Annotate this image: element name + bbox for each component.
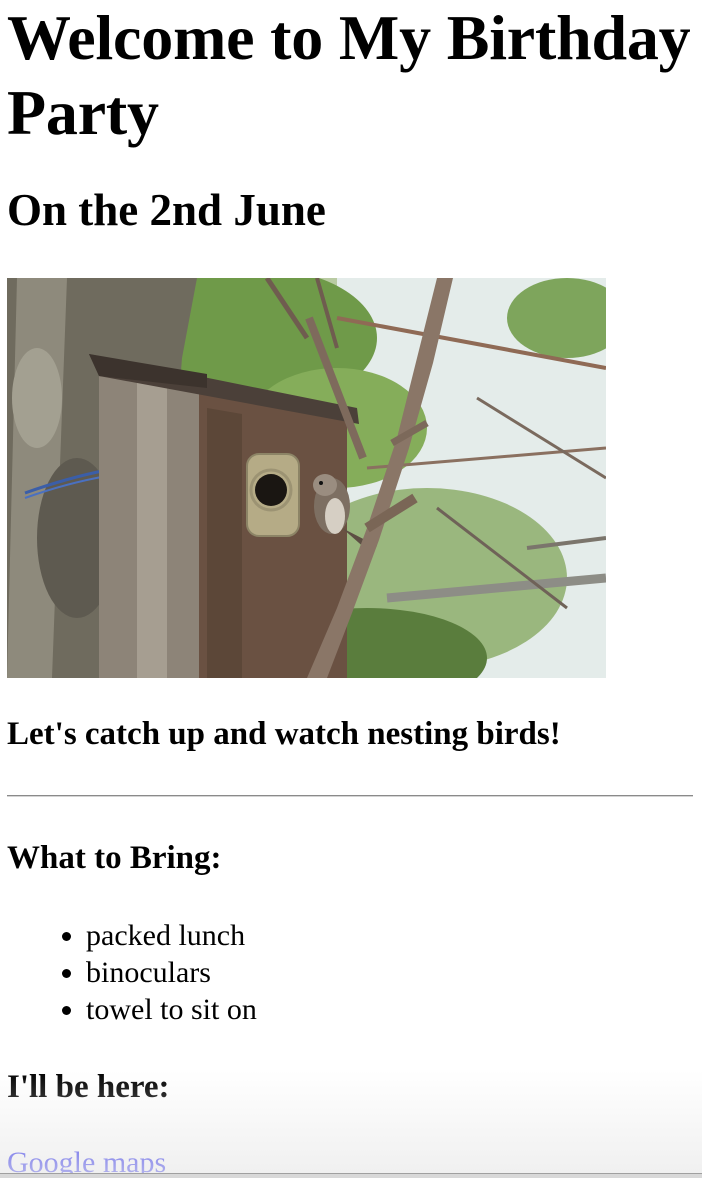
page-subtitle: On the 2nd June bbox=[7, 185, 326, 235]
tagline-heading: Let's catch up and watch nesting birds! bbox=[7, 716, 561, 752]
list-item: towel to sit on bbox=[86, 991, 257, 1028]
what-to-bring-heading: What to Bring: bbox=[7, 840, 222, 876]
bring-list: packed lunch binoculars towel to sit on bbox=[7, 917, 257, 1028]
page-title: Welcome to My Birthday Party bbox=[7, 2, 691, 148]
location-heading: I'll be here: bbox=[7, 1069, 170, 1105]
list-item: binoculars bbox=[86, 954, 257, 991]
list-item: packed lunch bbox=[86, 917, 257, 954]
bird-nest-box-photo bbox=[7, 278, 606, 678]
window-bottom-edge bbox=[0, 1173, 702, 1178]
horizontal-divider bbox=[7, 795, 693, 797]
page-content: Welcome to My Birthday Party On the 2nd … bbox=[7, 0, 697, 1178]
